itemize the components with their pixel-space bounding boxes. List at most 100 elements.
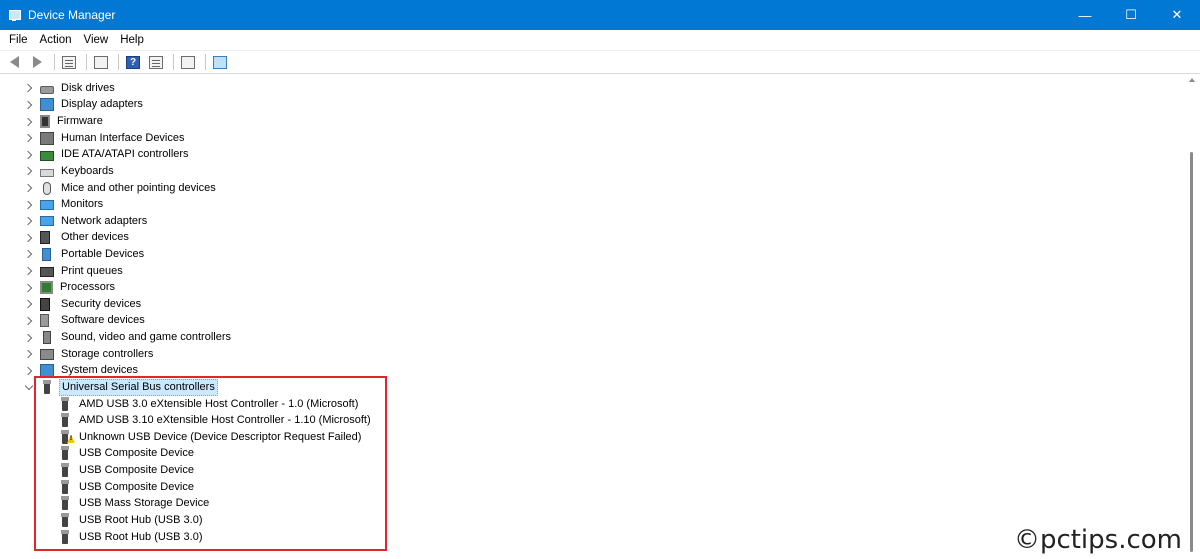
usb-device-icon — [61, 446, 69, 461]
toolbar: ? — [0, 50, 1200, 74]
scroll-thumb[interactable] — [1190, 152, 1193, 552]
chevron-right-icon[interactable] — [24, 283, 34, 293]
scan-hardware-icon[interactable] — [210, 53, 230, 71]
chevron-right-icon[interactable] — [24, 100, 34, 110]
tree-category[interactable]: Firmware — [40, 113, 105, 130]
vertical-scrollbar[interactable] — [1184, 74, 1200, 559]
chevron-right-icon[interactable] — [24, 200, 34, 210]
tree-device-item[interactable]: USB Mass Storage Device — [58, 496, 211, 513]
tree-category[interactable]: Mice and other pointing devices — [40, 180, 218, 197]
tree-category[interactable]: System devices — [40, 363, 140, 380]
usb-device-icon — [61, 479, 69, 494]
chevron-right-icon[interactable] — [24, 266, 34, 276]
chevron-right-icon[interactable] — [24, 233, 34, 243]
tree-item-label: Firmware — [57, 115, 103, 128]
help-icon[interactable]: ? — [123, 53, 143, 71]
properties-icon[interactable] — [91, 53, 111, 71]
tree-item-label: Network adapters — [61, 214, 148, 227]
maximize-button[interactable]: ☐ — [1108, 0, 1154, 30]
chevron-right-icon[interactable] — [24, 133, 34, 143]
usb-device-icon — [61, 512, 69, 527]
usb-device-icon — [61, 529, 69, 544]
grid-icon[interactable] — [146, 53, 166, 71]
tree-category[interactable]: Network adapters — [40, 213, 149, 230]
minimize-button[interactable]: — — [1062, 0, 1108, 30]
tree-category[interactable]: Other devices — [40, 230, 131, 247]
firmware-icon — [40, 115, 50, 129]
tree-category[interactable]: Keyboards — [40, 163, 116, 180]
tree-item-label: Keyboards — [61, 164, 114, 177]
chevron-right-icon[interactable] — [24, 316, 34, 326]
tree-item-label: Monitors — [61, 198, 104, 211]
chevron-right-icon[interactable] — [24, 333, 34, 343]
chevron-down-icon[interactable] — [24, 382, 34, 392]
menu-help[interactable]: Help — [114, 30, 150, 50]
security-device-icon — [40, 297, 50, 311]
tree-device-item[interactable]: USB Root Hub (USB 3.0) — [58, 529, 205, 546]
toolbar-separator — [205, 54, 206, 70]
toolbar-separator — [118, 54, 119, 70]
menu-file[interactable]: File — [3, 30, 34, 50]
tree-device-item[interactable]: USB Composite Device — [58, 446, 196, 463]
usb-warning-icon — [61, 429, 69, 444]
tree-item-label: Security devices — [61, 297, 142, 310]
tree-device-item[interactable]: USB Root Hub (USB 3.0) — [58, 512, 205, 529]
chevron-right-icon[interactable] — [24, 166, 34, 176]
tree-category[interactable]: Sound, video and game controllers — [40, 329, 233, 346]
tree-item-label: Human Interface Devices — [61, 131, 185, 144]
processor-icon — [40, 281, 53, 295]
tree-category[interactable]: Processors — [40, 279, 117, 296]
tree-category[interactable]: IDE ATA/ATAPI controllers — [40, 146, 191, 163]
scroll-up-arrow-icon[interactable] — [1189, 78, 1195, 82]
chevron-right-icon[interactable] — [24, 183, 34, 193]
usb-device-icon — [61, 413, 69, 428]
chevron-right-icon[interactable] — [24, 349, 34, 359]
chevron-right-icon[interactable] — [24, 366, 34, 376]
tree-category[interactable]: Display adapters — [40, 97, 145, 114]
tree-device-item[interactable]: USB Composite Device — [58, 462, 196, 479]
tree-category-usb[interactable]: Universal Serial Bus controllers — [40, 378, 218, 396]
tree-item-label: Other devices — [61, 231, 129, 244]
toolbar-separator — [86, 54, 87, 70]
close-button[interactable]: ✕ — [1154, 0, 1200, 30]
tree-category[interactable]: Print queues — [40, 263, 125, 280]
back-icon[interactable] — [4, 53, 24, 71]
tree-item-label: Print queues — [61, 264, 123, 277]
chevron-right-icon[interactable] — [24, 299, 34, 309]
display-adapter-icon — [40, 98, 54, 112]
tree-device-item[interactable]: USB Composite Device — [58, 479, 196, 496]
tree-device-item[interactable]: AMD USB 3.0 eXtensible Host Controller -… — [58, 396, 360, 413]
tree-device-item[interactable]: Unknown USB Device (Device Descriptor Re… — [58, 429, 363, 446]
tree-category[interactable]: Storage controllers — [40, 346, 155, 363]
update-driver-icon[interactable] — [178, 53, 198, 71]
chevron-right-icon[interactable] — [24, 150, 34, 160]
tree-item-label: Storage controllers — [61, 347, 154, 360]
tree-item-label: Sound, video and game controllers — [61, 331, 231, 344]
tree-item-label: IDE ATA/ATAPI controllers — [61, 148, 189, 161]
toolbar-separator — [54, 54, 55, 70]
chevron-right-icon[interactable] — [24, 216, 34, 226]
chevron-right-icon[interactable] — [24, 117, 34, 127]
device-tree: Disk drives Display adapters Firmware Human… — [0, 74, 1184, 559]
forward-icon[interactable] — [27, 53, 47, 71]
window-title: Device Manager — [28, 8, 116, 22]
tree-category[interactable]: Security devices — [40, 296, 143, 313]
tree-category[interactable]: Portable Devices — [40, 246, 146, 263]
tree-category[interactable]: Software devices — [40, 313, 147, 330]
menu-action[interactable]: Action — [34, 30, 78, 50]
tree-item-label: USB Mass Storage Device — [79, 497, 210, 510]
chevron-right-icon[interactable] — [24, 83, 34, 93]
tree-item-label: AMD USB 3.0 eXtensible Host Controller -… — [79, 397, 359, 410]
tree-category[interactable]: Monitors — [40, 196, 105, 213]
tree-category[interactable]: Human Interface Devices — [40, 130, 187, 147]
tree-device-item[interactable]: AMD USB 3.10 eXtensible Host Controller … — [58, 412, 373, 429]
chevron-right-icon[interactable] — [24, 249, 34, 259]
menu-view[interactable]: View — [78, 30, 115, 50]
tree-category[interactable]: Disk drives — [40, 80, 117, 97]
printer-icon — [40, 267, 54, 278]
menu-bar: File Action View Help — [0, 30, 1200, 50]
device-list-icon[interactable] — [59, 53, 79, 71]
toolbar-separator — [173, 54, 174, 70]
tree-item-label: AMD USB 3.10 eXtensible Host Controller … — [79, 414, 371, 427]
title-bar: Device Manager — ☐ ✕ — [0, 0, 1200, 30]
